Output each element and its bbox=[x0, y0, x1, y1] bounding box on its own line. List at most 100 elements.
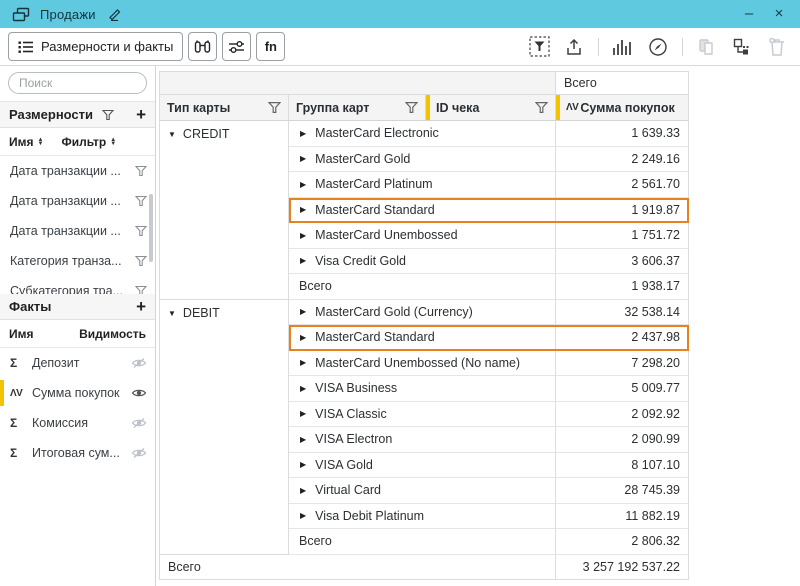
expand-icon[interactable]: ▶ bbox=[300, 384, 306, 393]
dims-filter-header[interactable]: Фильтр bbox=[61, 135, 106, 149]
column-filter-icon[interactable] bbox=[535, 101, 548, 114]
collapse-icon[interactable]: ▼ bbox=[168, 130, 176, 139]
column-header-card-group[interactable]: Группа карт bbox=[289, 95, 426, 121]
expand-icon[interactable]: ▶ bbox=[300, 409, 306, 418]
measure-header[interactable]: ΛV Сумма покупок bbox=[556, 95, 689, 121]
sort-icon[interactable]: ▲▼ bbox=[38, 138, 44, 146]
eye-off-icon[interactable] bbox=[131, 357, 147, 369]
eye-off-icon[interactable] bbox=[131, 447, 147, 459]
expand-icon[interactable]: ▶ bbox=[300, 256, 306, 265]
search-binoculars-button[interactable] bbox=[188, 32, 217, 61]
card-group-cell[interactable]: ▶VISA Business bbox=[289, 376, 556, 402]
export-icon[interactable] bbox=[563, 36, 585, 58]
expand-icon[interactable]: ▶ bbox=[300, 180, 306, 189]
dimension-item[interactable]: Категория транза... bbox=[0, 246, 155, 276]
card-group-cell[interactable]: ▶Virtual Card bbox=[289, 478, 556, 504]
dims-name-header[interactable]: Имя bbox=[9, 135, 34, 149]
card-group-cell[interactable]: ▶MasterCard Gold (Currency) bbox=[289, 300, 556, 326]
card-group-cell[interactable]: ▶MasterCard Electronic bbox=[289, 121, 556, 147]
expand-icon[interactable]: ▶ bbox=[300, 154, 306, 163]
hierarchy-icon[interactable] bbox=[731, 36, 753, 58]
item-filter-icon[interactable] bbox=[135, 165, 147, 177]
sort-icon[interactable]: ▲▼ bbox=[110, 138, 116, 146]
facts-visibility-header[interactable]: Видимость bbox=[79, 327, 146, 341]
card-group-cell[interactable]: ▶MasterCard Unembossed bbox=[289, 223, 556, 249]
subtotal-value-cell[interactable]: 2 806.32 bbox=[556, 529, 689, 555]
value-cell[interactable]: 2 249.16 bbox=[556, 147, 689, 173]
column-header-receipt-id[interactable]: ID чека bbox=[426, 95, 556, 121]
compass-icon[interactable] bbox=[647, 36, 669, 58]
card-type-cell[interactable]: ▼ CREDIT bbox=[159, 121, 289, 300]
column-filter-icon[interactable] bbox=[405, 101, 418, 114]
search-input[interactable] bbox=[8, 72, 147, 94]
card-group-cell[interactable]: ▶VISA Gold bbox=[289, 453, 556, 479]
value-cell[interactable]: 11 882.19 bbox=[556, 504, 689, 530]
fact-item[interactable]: Σ Итоговая сум... bbox=[0, 438, 155, 468]
value-cell[interactable]: 3 606.37 bbox=[556, 249, 689, 275]
value-cell[interactable]: 1 639.33 bbox=[556, 121, 689, 147]
settings-sliders-button[interactable] bbox=[222, 32, 251, 61]
subtotal-label-cell[interactable]: Всего bbox=[289, 529, 556, 555]
value-cell[interactable]: 2 092.92 bbox=[556, 402, 689, 428]
expand-icon[interactable]: ▶ bbox=[300, 129, 306, 138]
expand-icon[interactable]: ▶ bbox=[300, 511, 306, 520]
fact-item[interactable]: Σ Депозит bbox=[0, 348, 155, 378]
add-fact-button[interactable]: + bbox=[136, 298, 146, 315]
value-cell[interactable]: 8 107.10 bbox=[556, 453, 689, 479]
card-group-cell[interactable]: ▶MasterCard Standard bbox=[289, 325, 556, 351]
fields-panel-button[interactable]: Размерности и факты bbox=[8, 32, 183, 61]
column-filter-icon[interactable] bbox=[268, 101, 281, 114]
value-cell[interactable]: 2 561.70 bbox=[556, 172, 689, 198]
dimension-item[interactable]: Дата транзакции ... bbox=[0, 156, 155, 186]
value-cell[interactable]: 1 919.87 bbox=[556, 198, 689, 224]
expand-icon[interactable]: ▶ bbox=[300, 486, 306, 495]
facts-name-header[interactable]: Имя bbox=[9, 327, 34, 341]
value-cell[interactable]: 2 437.98 bbox=[556, 325, 689, 351]
expand-icon[interactable]: ▶ bbox=[300, 435, 306, 444]
collapse-icon[interactable]: ▼ bbox=[168, 309, 176, 318]
expand-icon[interactable]: ▶ bbox=[300, 231, 306, 240]
card-group-cell[interactable]: ▶MasterCard Standard bbox=[289, 198, 556, 224]
fact-item-selected[interactable]: ΛV Сумма покупок bbox=[0, 378, 155, 408]
item-filter-icon[interactable] bbox=[135, 225, 147, 237]
minimize-button[interactable]: – bbox=[738, 0, 760, 28]
functions-button[interactable]: fn bbox=[256, 32, 285, 61]
add-dimension-button[interactable]: + bbox=[136, 106, 146, 123]
card-group-cell[interactable]: ▶VISA Classic bbox=[289, 402, 556, 428]
expand-icon[interactable]: ▶ bbox=[300, 307, 306, 316]
value-cell[interactable]: 7 298.20 bbox=[556, 351, 689, 377]
item-filter-icon[interactable] bbox=[135, 255, 147, 267]
expand-icon[interactable]: ▶ bbox=[300, 205, 306, 214]
subtotal-value-cell[interactable]: 1 938.17 bbox=[556, 274, 689, 300]
column-header-card-type[interactable]: Тип карты bbox=[159, 95, 289, 121]
grand-total-value-cell[interactable]: 3 257 192 537.22 bbox=[556, 555, 689, 581]
value-cell[interactable]: 5 009.77 bbox=[556, 376, 689, 402]
filter-area-icon[interactable] bbox=[528, 36, 550, 58]
item-filter-icon[interactable] bbox=[135, 195, 147, 207]
card-group-cell[interactable]: ▶MasterCard Platinum bbox=[289, 172, 556, 198]
card-group-cell[interactable]: ▶VISA Electron bbox=[289, 427, 556, 453]
card-group-cell[interactable]: ▶Visa Debit Platinum bbox=[289, 504, 556, 530]
fact-item[interactable]: Σ Комиссия bbox=[0, 408, 155, 438]
card-group-cell[interactable]: ▶Visa Credit Gold bbox=[289, 249, 556, 275]
card-group-cell[interactable]: ▶MasterCard Gold bbox=[289, 147, 556, 173]
column-total-cell[interactable]: Всего bbox=[556, 71, 689, 95]
eye-off-icon[interactable] bbox=[131, 417, 147, 429]
dimension-item[interactable]: Дата транзакции ... bbox=[0, 186, 155, 216]
grand-total-label-cell[interactable]: Всего bbox=[159, 555, 556, 581]
edit-title-icon[interactable] bbox=[104, 3, 126, 25]
expand-icon[interactable]: ▶ bbox=[300, 358, 306, 367]
value-cell[interactable]: 1 751.72 bbox=[556, 223, 689, 249]
card-group-cell[interactable]: ▶MasterCard Unembossed (No name) bbox=[289, 351, 556, 377]
close-button[interactable]: × bbox=[768, 0, 790, 28]
dimension-item[interactable]: Дата транзакции ... bbox=[0, 216, 155, 246]
card-type-cell[interactable]: ▼ DEBIT bbox=[159, 300, 289, 555]
expand-icon[interactable]: ▶ bbox=[300, 460, 306, 469]
sidebar-scrollbar[interactable] bbox=[149, 194, 153, 262]
bar-chart-icon[interactable] bbox=[612, 36, 634, 58]
eye-icon[interactable] bbox=[131, 387, 147, 399]
value-cell[interactable]: 32 538.14 bbox=[556, 300, 689, 326]
value-cell[interactable]: 28 745.39 bbox=[556, 478, 689, 504]
expand-icon[interactable]: ▶ bbox=[300, 333, 306, 342]
value-cell[interactable]: 2 090.99 bbox=[556, 427, 689, 453]
